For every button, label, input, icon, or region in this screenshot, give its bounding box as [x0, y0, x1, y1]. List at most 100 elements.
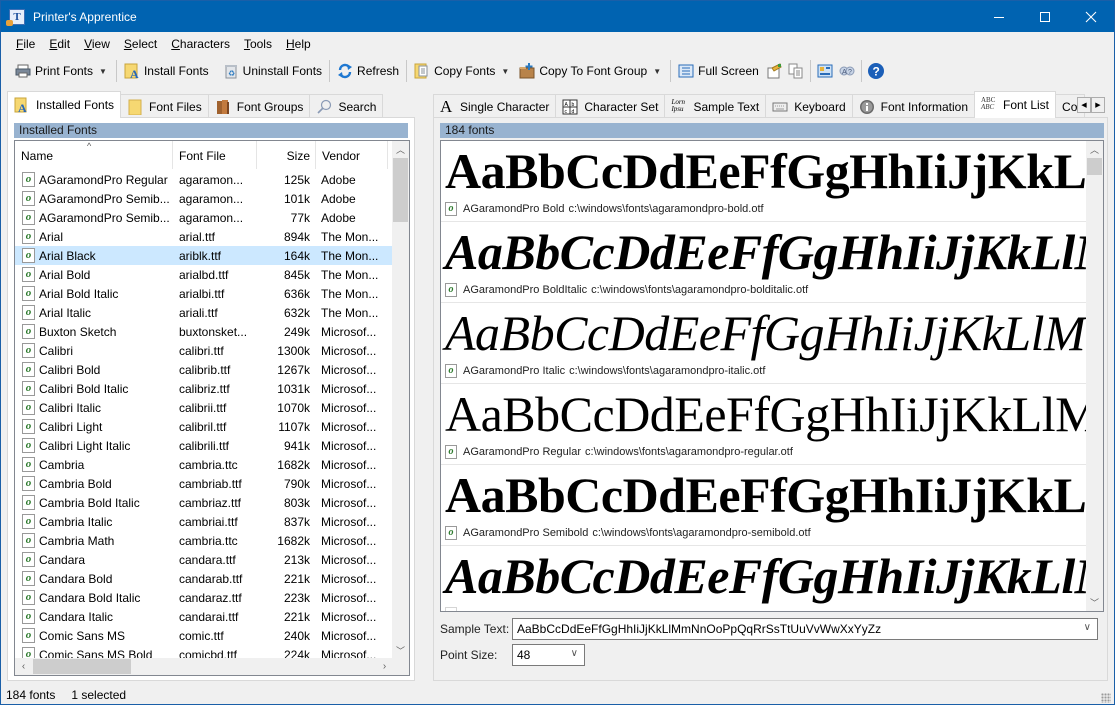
sample-text-combo[interactable]: AaBbCcDdEeFfGgHhIiJjKkLlMmNnOoPpQqRrSsTt… [512, 618, 1098, 640]
table-row[interactable]: o AGaramondPro Semib... agaramon... 77k Adob… [15, 208, 393, 227]
tab-scroll-right[interactable]: ▶ [1091, 97, 1105, 113]
tab-installed-fonts[interactable]: A Installed Fonts [7, 91, 122, 118]
column-header-font-file[interactable]: Font File [173, 141, 257, 169]
cell-name: o Arial [15, 229, 173, 244]
table-row[interactable]: o Cambria cambria.ttc 1682k Microsof... [15, 455, 393, 474]
copy-to-font-group-dropdown-icon[interactable]: ▼ [653, 67, 661, 76]
help-button[interactable]: ? [865, 60, 887, 82]
table-row[interactable]: o Cambria Italic cambriai.ttf 837k Microsof.… [15, 512, 393, 531]
print-fonts-button[interactable]: Print Fonts ▼ [11, 59, 113, 83]
scroll-left-arrow[interactable]: ‹ [15, 658, 32, 675]
horizontal-scrollbar[interactable]: ‹ › [15, 658, 393, 675]
minimize-button[interactable] [976, 1, 1022, 32]
panel-splitter[interactable] [421, 89, 429, 681]
tab-character-set[interactable]: Abcd Character Set [555, 94, 666, 118]
font-sample-item[interactable]: AaBbCcDdEeFfGgHhIiJjKkLlMmNnOoPpQqRrSsTt… [441, 384, 1087, 465]
menu-view[interactable]: View [77, 37, 117, 51]
point-size-combo[interactable]: 48 ∨ [512, 644, 585, 666]
menu-help[interactable]: Help [279, 37, 318, 51]
tab-font-groups[interactable]: Font Groups [207, 94, 311, 118]
table-row[interactable]: o Calibri calibri.ttf 1300k Microsof... [15, 341, 393, 360]
tab-font-information[interactable]: Font Information [851, 94, 975, 118]
column-header-size[interactable]: Size [257, 141, 316, 169]
install-fonts-button[interactable]: A Install Fonts [120, 59, 213, 83]
tab-single-character[interactable]: A Single Character [433, 94, 557, 118]
opentype-font-icon: o [22, 305, 35, 320]
tab-keyboard[interactable]: Keyboard [765, 94, 853, 118]
copy-fonts-label: Copy Fonts [434, 64, 496, 78]
table-row[interactable]: o Candara candara.ttf 213k Microsof... [15, 550, 393, 569]
table-row[interactable]: o Arial Black ariblk.ttf 164k The Mon... [15, 246, 393, 265]
copy-button[interactable] [785, 60, 807, 82]
font-sample-item[interactable]: AaBbCcDdEeFfGgHhIiJjKkLlMmNnOoPpQqRrSsTt… [441, 222, 1087, 303]
properties-button[interactable] [763, 60, 785, 82]
menu-select[interactable]: Select [117, 37, 164, 51]
table-row[interactable]: o Cambria Math cambria.ttc 1682k Microsof... [15, 531, 393, 550]
table-row[interactable]: o Candara Italic candarai.ttf 221k Microsof.… [15, 607, 393, 626]
menu-file[interactable]: File [9, 37, 42, 51]
table-row[interactable]: o Cambria Bold cambriab.ttf 790k Microsof... [15, 474, 393, 493]
column-header-name[interactable]: ^ Name [15, 141, 173, 169]
preview-vertical-scrollbar[interactable]: ︿ ﹀ [1086, 141, 1103, 611]
refresh-button[interactable]: Refresh [333, 59, 403, 83]
table-row[interactable]: o Cambria Bold Italic cambriaz.ttf 803k Micr… [15, 493, 393, 512]
table-row[interactable]: o Comic Sans MS comic.ttf 240k Microsof... [15, 626, 393, 645]
chevron-down-icon[interactable]: ∨ [571, 648, 578, 659]
scroll-up-arrow[interactable]: ︿ [392, 141, 409, 158]
vertical-scrollbar[interactable]: ︿ ﹀ [392, 141, 409, 659]
scroll-thumb[interactable] [393, 158, 408, 222]
tab-label: Font Files [149, 99, 202, 114]
menu-label: ile [23, 37, 36, 51]
column-header-vendor[interactable]: Vendor [316, 141, 388, 169]
full-screen-button[interactable]: Full Screen [674, 59, 763, 83]
table-row[interactable]: o Calibri Bold calibrib.ttf 1267k Microsof..… [15, 360, 393, 379]
table-row[interactable]: o AGaramondPro Regular agaramon... 125k Adob… [15, 170, 393, 189]
table-row[interactable]: o Arial arial.ttf 894k The Mon... [15, 227, 393, 246]
maximize-button[interactable] [1022, 1, 1068, 32]
scroll-down-arrow[interactable]: ﹀ [392, 642, 409, 659]
font-sample-item[interactable]: AaBbCcDdEeFfGgHhIiJjKkLlMmNnOoPpQqRrSsTt… [441, 303, 1087, 384]
svg-text:A: A [18, 101, 27, 113]
table-row[interactable]: o Arial Italic ariali.ttf 632k The Mon... [15, 303, 393, 322]
font-sample-item[interactable]: AaBbCcDdEeFfGgHhIiJjKkLlMmNnOoPpQqRrSsTt… [441, 465, 1087, 546]
scroll-down-arrow[interactable]: ﹀ [1086, 594, 1103, 611]
menu-characters[interactable]: Characters [164, 37, 237, 51]
table-row[interactable]: o Calibri Light calibril.ttf 1107k Microsof.… [15, 417, 393, 436]
tab-search[interactable]: Search [309, 94, 384, 118]
tab-scroll-left[interactable]: ◀ [1077, 97, 1091, 113]
scroll-thumb[interactable] [1087, 158, 1102, 175]
print-fonts-dropdown-icon[interactable]: ▼ [99, 67, 107, 76]
copy-to-font-group-button[interactable]: Copy To Font Group ▼ [515, 59, 667, 83]
copy-icon [788, 63, 803, 79]
compare-button[interactable]: A? [836, 60, 858, 82]
menu-edit[interactable]: Edit [42, 37, 77, 51]
table-row[interactable]: o Calibri Light Italic calibrili.ttf 941k Mi… [15, 436, 393, 455]
copy-fonts-dropdown-icon[interactable]: ▼ [501, 67, 509, 76]
scroll-up-arrow[interactable]: ︿ [1086, 141, 1103, 158]
font-sample-item[interactable]: AaBbCcDdEeFfGgHhIiJjKkLlMmNnOoPpQqRrSsTt… [441, 546, 1087, 611]
close-button[interactable] [1068, 1, 1114, 32]
hscroll-thumb[interactable] [33, 659, 131, 674]
tab-font-list[interactable]: ABC ABC Font List [974, 91, 1057, 118]
table-row[interactable]: o Candara Bold candarab.ttf 221k Microsof... [15, 569, 393, 588]
chevron-down-icon[interactable]: ∨ [1084, 622, 1091, 633]
table-row[interactable]: o Arial Bold Italic arialbi.ttf 636k The Mon… [15, 284, 393, 303]
tab-sample-text[interactable]: Lorn Ipsu Sample Text [664, 94, 767, 118]
cell-name: o Comic Sans MS [15, 628, 173, 643]
resize-grip[interactable] [1101, 693, 1111, 703]
tab-font-files[interactable]: Font Files [120, 94, 209, 118]
table-row[interactable]: o Candara Bold Italic candaraz.ttf 223k Micr… [15, 588, 393, 607]
character-map-button[interactable] [814, 60, 836, 82]
table-row[interactable]: o AGaramondPro Semib... agaramon... 101k Ado… [15, 189, 393, 208]
uninstall-fonts-button[interactable]: ♻ Uninstall Fonts [219, 59, 326, 83]
font-name: Calibri Bold Italic [39, 381, 129, 396]
copy-fonts-button[interactable]: Copy Fonts ▼ [410, 59, 515, 83]
font-sample-item[interactable]: AaBbCcDdEeFfGgHhIiJjKkLlMmNnOoPpQqRrSsTt… [441, 141, 1087, 222]
table-row[interactable]: o Arial Bold arialbd.ttf 845k The Mon... [15, 265, 393, 284]
table-row[interactable]: o Calibri Bold Italic calibriz.ttf 1031k Mic… [15, 379, 393, 398]
menu-tools[interactable]: Tools [237, 37, 279, 51]
menu-mnemonic: V [84, 37, 92, 51]
scroll-right-arrow[interactable]: › [376, 658, 393, 675]
table-row[interactable]: o Buxton Sketch buxtonsket... 249k Microsof.… [15, 322, 393, 341]
table-row[interactable]: o Calibri Italic calibrii.ttf 1070k Microsof… [15, 398, 393, 417]
